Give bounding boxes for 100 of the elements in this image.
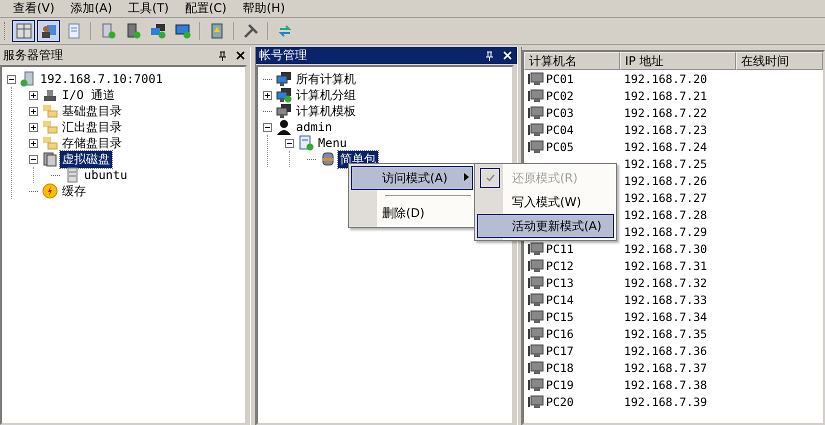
plus-icon	[30, 108, 37, 114]
table-cell: PC16	[546, 326, 574, 340]
notebook-icon	[208, 23, 224, 39]
disk-stack-icon	[42, 151, 58, 167]
table-cell-text: 192.168.7.22	[623, 106, 708, 120]
expand-toggle[interactable]	[263, 90, 272, 100]
toolbar-button[interactable]	[37, 20, 60, 42]
panels-icon	[16, 23, 32, 39]
close-icon	[502, 51, 512, 60]
menu-bar-item[interactable]: 工具(T)	[119, 0, 176, 17]
computer-icon	[528, 378, 544, 392]
computer-icon	[528, 140, 544, 154]
computer-icon	[528, 344, 544, 358]
submenu-arrow-icon	[464, 173, 469, 181]
add-monitor-icon	[174, 23, 190, 39]
column-header[interactable]: IP 地址	[620, 52, 736, 70]
tree-item[interactable]: 存储盘目录	[60, 134, 124, 152]
table-cell-text: 192.168.7.32	[623, 276, 708, 290]
expand-toggle[interactable]	[29, 122, 38, 132]
tree-item[interactable]: 计算机模板	[294, 102, 358, 120]
table-cell-text: 192.168.7.20	[623, 72, 708, 86]
table-cell: PC04	[546, 122, 574, 136]
collapse-toggle[interactable]	[29, 154, 38, 164]
plus-icon	[30, 124, 37, 130]
table-cell: PC01	[546, 72, 574, 86]
tree-item[interactable]: Menu	[316, 136, 349, 150]
table-cell-text: 192.168.7.36	[623, 344, 708, 358]
tree-item[interactable]: 基础盘目录	[60, 102, 124, 120]
table-cell: PC05	[546, 140, 574, 154]
folders-icon	[42, 119, 58, 135]
computer-icon	[276, 87, 292, 103]
computer-icon	[528, 326, 544, 340]
table-cell-text: 192.168.7.21	[623, 88, 708, 102]
menu-bar-item[interactable]: 添加(A)	[62, 0, 120, 17]
computer-icon	[528, 394, 544, 408]
add-server-icon	[100, 23, 116, 39]
tree-item[interactable]: 汇出盘目录	[60, 118, 124, 136]
menu-bar-item[interactable]: 帮助(H)	[234, 0, 292, 17]
table-cell-text: 192.168.7.24	[623, 140, 708, 154]
computer-icon	[528, 310, 544, 324]
database-icon	[320, 151, 336, 167]
context-menu-item[interactable]: 访问模式(A)	[351, 166, 473, 190]
tree-item[interactable]: 所有计算机	[294, 70, 358, 88]
table-cell: PC18	[546, 360, 574, 374]
expand-toggle[interactable]	[29, 138, 38, 148]
panel-title: 帐号管理	[259, 47, 308, 64]
table-cell-text: 192.168.7.26	[623, 174, 708, 188]
table-cell-text: 192.168.7.34	[623, 310, 708, 324]
computer-icon	[528, 292, 544, 306]
folders-icon	[42, 103, 58, 119]
table-cell-text: 192.168.7.23	[623, 122, 708, 136]
context-menu-item[interactable]: 删除(D)	[351, 201, 473, 225]
column-header[interactable]: 计算机名	[524, 52, 620, 70]
plus-icon	[30, 140, 37, 146]
tree-item[interactable]: 计算机分组	[294, 86, 358, 104]
table-cell-text: 192.168.7.37	[623, 360, 708, 374]
close-icon	[236, 51, 244, 60]
table-cell-text: 192.168.7.35	[623, 326, 708, 340]
collapse-toggle[interactable]	[263, 122, 272, 132]
menu-bar-item[interactable]: 配置(C)	[176, 0, 234, 17]
tree-item[interactable]: 虚拟磁盘	[60, 150, 112, 168]
table-cell-text: 192.168.7.33	[623, 292, 708, 306]
pin-icon	[218, 50, 226, 60]
expand-toggle[interactable]	[29, 90, 38, 100]
plus-icon	[264, 92, 271, 98]
tree-item[interactable]: admin	[294, 120, 334, 134]
add-tower-icon	[124, 23, 140, 39]
collapse-toggle[interactable]	[7, 74, 16, 84]
table-cell-text: 192.168.7.27	[623, 190, 708, 204]
lightning-icon	[42, 183, 58, 199]
collapse-toggle[interactable]	[285, 138, 294, 148]
refresh-icon	[276, 23, 292, 39]
submenu-item[interactable]: 写入模式(W)	[477, 190, 614, 214]
computer-icon	[528, 258, 544, 272]
add-computers-icon	[150, 23, 166, 39]
toolbar-button[interactable]	[12, 20, 35, 42]
column-header[interactable]: 在线时间	[736, 52, 823, 70]
server-icon	[20, 71, 36, 87]
table-cell: PC13	[546, 276, 574, 290]
computer-icon	[276, 103, 292, 119]
plus-icon	[30, 92, 37, 98]
computer-icon	[528, 360, 544, 374]
table-cell: PC19	[546, 378, 574, 392]
tree-item[interactable]: I/O 通道	[60, 86, 117, 104]
menu-bar-item[interactable]: 查看(V)	[4, 0, 62, 17]
tree-item[interactable]: 192.168.7.10:7001	[38, 72, 165, 86]
table-cell-text: 192.168.7.31	[623, 258, 708, 272]
table-cell: PC12	[546, 258, 574, 272]
document-icon	[298, 135, 314, 151]
expand-toggle[interactable]	[29, 106, 38, 116]
table-cell-text: 192.168.7.38	[623, 378, 708, 392]
table-cell-text: 192.168.7.29	[623, 224, 708, 238]
tree-item[interactable]: ubuntu	[82, 168, 130, 182]
tools-icon	[242, 23, 258, 39]
table-cell: PC20	[546, 394, 574, 408]
tree-item[interactable]: 缓存	[60, 182, 88, 200]
printer-icon	[42, 87, 58, 103]
table-cell: PC17	[546, 344, 574, 358]
computer-icon	[528, 106, 544, 120]
submenu-item[interactable]: 活动更新模式(A)	[477, 214, 614, 238]
